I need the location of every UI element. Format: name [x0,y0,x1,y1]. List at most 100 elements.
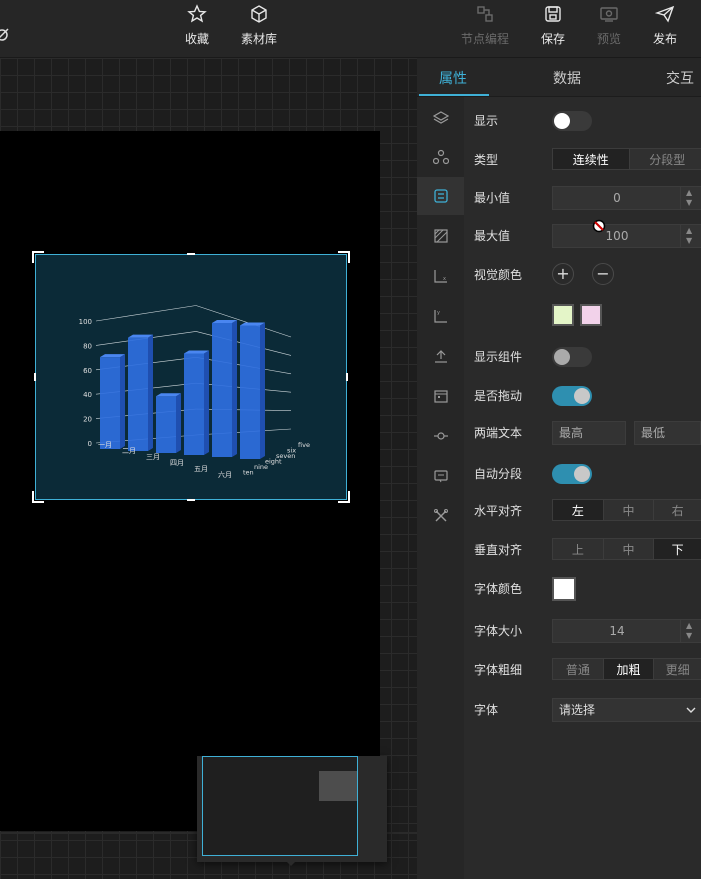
publish-button[interactable]: 发布 [635,4,695,52]
upload-category[interactable] [417,337,464,375]
artboard[interactable]: 0 20 40 60 80 100 一月 二月 三月 四月 五月 六月 five six seven eigh… [0,131,380,831]
min-stepper[interactable]: ▲ ▼ [680,187,701,209]
font-weight-lighter[interactable]: 更细 [654,659,701,679]
resize-handle-bottom[interactable] [187,499,195,501]
font-weight-label: 字体粗细 [474,663,523,677]
max-stepper[interactable]: ▲ ▼ [680,225,701,247]
bar [156,396,176,453]
cube-icon [251,5,267,23]
bar-side [260,322,265,459]
x-axis-icon: x [433,270,447,283]
remove-color-button[interactable]: − [592,263,614,285]
font-color-label: 字体颜色 [474,582,523,596]
y-tick-label: 100 [79,318,92,326]
font-weight-normal[interactable]: 普通 [553,659,604,679]
h-align-left[interactable]: 左 [553,500,604,520]
font-size-input[interactable]: 14 ▲ ▼ [552,619,701,643]
y-tick-label: 80 [83,342,92,350]
font-size-stepper[interactable]: ▲ ▼ [680,620,701,642]
font-weight-bold[interactable]: 加粗 [603,659,655,679]
font-weight-segmented: 普通 加粗 更细 [552,658,701,680]
grid-line [95,305,197,322]
save-button[interactable]: 保存 [523,4,583,52]
tab-properties[interactable]: 属性 [439,68,467,88]
resize-handle-right[interactable] [346,373,348,381]
layers-icon [432,111,449,124]
v-align-label: 垂直对齐 [474,543,523,557]
top-toolbar: 收藏 素材库 节点编程 保存 预览 发布 [0,0,701,58]
font-select[interactable]: 请选择 [552,698,701,722]
show-component-label: 显示组件 [474,350,523,364]
x-tick-label: 四月 [170,459,184,467]
bar-side [232,320,237,457]
font-size-value: 14 [609,624,625,638]
editor-canvas[interactable]: 0 20 40 60 80 100 一月 二月 三月 四月 五月 六月 five six seven eigh… [0,58,417,879]
tooltip-category[interactable] [417,457,464,495]
tab-active-indicator [419,94,489,96]
minimap-widget-box [319,771,357,801]
upload-icon [434,350,447,363]
y-axis-category[interactable]: y [417,297,464,335]
bar-side [148,334,153,451]
v-align-top[interactable]: 上 [553,539,604,559]
tools-category[interactable] [417,497,464,535]
minimap-viewport[interactable] [202,756,358,856]
preview-icon [600,7,618,22]
auto-segment-toggle[interactable] [552,464,592,484]
svg-text:y: y [437,310,440,316]
max-input[interactable]: 100 ▲ ▼ [552,224,701,248]
bar3d-chart-widget[interactable]: 0 20 40 60 80 100 一月 二月 三月 四月 五月 六月 five six seven eigh… [32,251,350,503]
y-tick-label: 0 [88,440,92,448]
node-programming-button[interactable]: 节点编程 [455,4,515,52]
min-input[interactable]: 0 ▲ ▼ [552,186,701,210]
y-tick-label: 60 [83,367,92,375]
eye-icon[interactable] [0,27,10,43]
type-option-continuous[interactable]: 连续性 [553,149,630,169]
y-axis-icon: y [433,310,447,323]
tooltip-icon [433,470,448,483]
font-color-swatch[interactable] [552,577,576,601]
y-tick-label: 40 [83,391,92,399]
tab-data[interactable]: 数据 [553,68,581,88]
hatch-icon [433,229,448,243]
bar [212,323,232,457]
x-axis-category[interactable]: x [417,257,464,295]
show-label: 显示 [474,114,499,128]
draggable-toggle[interactable] [552,386,592,406]
property-panel: 属性 数据 交互 x y 显示 类型 连续性 分段型 最小值 0 ▲ ▼ 最大值… [417,58,701,879]
v-align-bottom[interactable]: 下 [654,539,701,559]
materials-button[interactable]: 素材库 [229,4,289,52]
type-label: 类型 [474,153,499,167]
favorites-button[interactable]: 收藏 [167,4,227,52]
connector-category[interactable] [417,417,464,455]
v-align-segmented: 上 中 下 [552,538,701,560]
preview-button[interactable]: 预览 [579,4,639,52]
v-align-middle[interactable]: 中 [604,539,655,559]
favorites-label: 收藏 [184,32,209,46]
minimap[interactable] [197,756,387,866]
show-component-toggle[interactable] [552,347,592,367]
end-text-high-input[interactable]: 最高 [552,421,626,445]
tools-icon [433,509,448,522]
star-icon [187,4,207,23]
color-swatch-2[interactable] [580,304,602,326]
tab-interaction[interactable]: 交互 [666,68,694,88]
h-align-right[interactable]: 右 [654,500,701,520]
type-option-piecewise[interactable]: 分段型 [630,149,701,169]
show-toggle[interactable] [552,111,592,131]
chevron-down-icon [686,707,696,713]
nodes-category[interactable] [417,138,464,176]
texture-category[interactable] [417,217,464,255]
end-text-low-input[interactable]: 最低 [634,421,701,445]
color-swatch-1[interactable] [552,304,574,326]
depth-tick-label: five [298,441,310,449]
layers-category[interactable] [417,99,464,137]
visual-map-category[interactable] [417,177,464,215]
x-tick-label: 二月 [122,447,136,455]
calendar-category[interactable] [417,377,464,415]
bar-side [176,393,181,453]
h-align-center[interactable]: 中 [604,500,655,520]
add-color-button[interactable]: + [552,263,574,285]
property-category-bar: x y [417,97,464,879]
preview-label: 预览 [596,32,621,46]
